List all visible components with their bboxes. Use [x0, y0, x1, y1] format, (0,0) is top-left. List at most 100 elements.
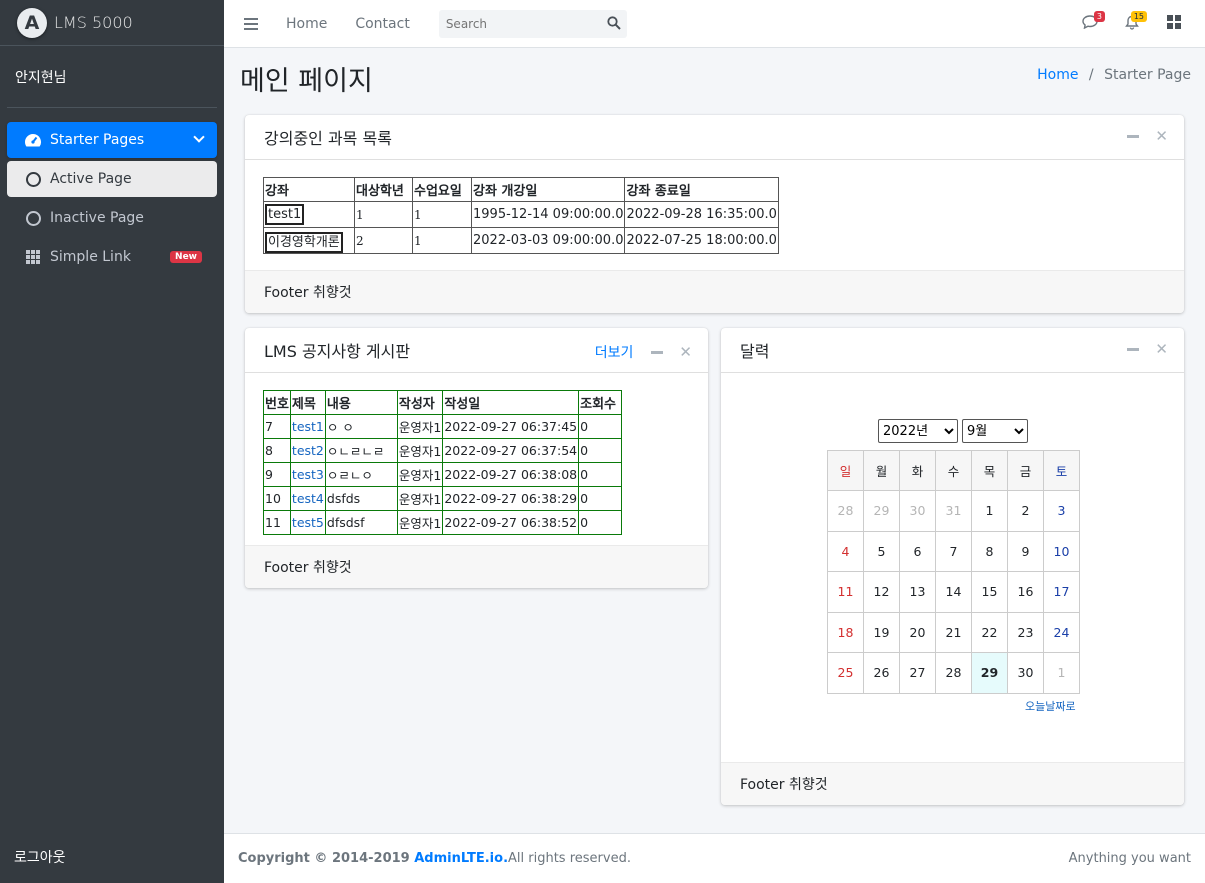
course-name[interactable]: 이경영학개론 [265, 232, 343, 253]
sidebar-item-active-page[interactable]: Active Page [7, 161, 217, 197]
calendar-day[interactable]: 4 [827, 530, 864, 572]
calendar-day[interactable]: 23 [1007, 611, 1044, 653]
calendar-day[interactable]: 15 [971, 571, 1008, 613]
calendar-day[interactable]: 31 [935, 490, 972, 532]
table-cell: 2022-07-25 18:00:00.0 [624, 227, 779, 254]
bell-icon[interactable]: 15 [1123, 11, 1147, 31]
minus-icon[interactable] [1127, 134, 1140, 138]
table-cell: dsfds [324, 486, 398, 511]
calendar-day[interactable]: 16 [1007, 571, 1044, 613]
calendar-day[interactable]: 2 [1007, 490, 1044, 532]
menu-toggle-icon[interactable] [244, 17, 258, 30]
notice-title-link[interactable]: test1 [292, 419, 324, 434]
calendar-day[interactable]: 18 [827, 611, 864, 653]
table-cell[interactable]: test1 [263, 201, 355, 228]
weekday-header: 수 [935, 450, 972, 491]
table-cell: 운영자1 [396, 486, 444, 511]
today-link[interactable]: 오늘날짜로 [1025, 698, 1076, 714]
calendar-day[interactable]: 29 [863, 490, 900, 532]
notice-title-link[interactable]: test3 [292, 467, 324, 482]
calendar-day[interactable]: 28 [935, 652, 972, 694]
sidebar-item-simple-link[interactable]: Simple Link New [7, 239, 217, 275]
table-cell: test1 [289, 414, 326, 439]
card-header: 달력 ✕ [721, 328, 1184, 373]
calendar-day[interactable]: 20 [899, 611, 936, 653]
calendar-day[interactable]: 26 [863, 652, 900, 694]
calendar-day[interactable]: 5 [863, 530, 900, 572]
calendar-day[interactable]: 8 [971, 530, 1008, 572]
table-cell: test4 [289, 486, 326, 511]
card-header: 강의중인 과목 목록 ✕ [245, 115, 1184, 160]
calendar-day[interactable]: 11 [827, 571, 864, 613]
calendar-day[interactable]: 6 [899, 530, 936, 572]
courses-table-wrap: 강좌 대상학년 수업요일 강좌 개강일 강좌 종료일 test1 1 1 199… [263, 177, 779, 254]
logout-link[interactable]: 로그아웃 [14, 847, 66, 867]
card-title: 달력 [740, 342, 770, 361]
calendar-day[interactable]: 10 [1043, 530, 1080, 572]
search-icon[interactable] [607, 15, 621, 34]
calendar-day[interactable]: 30 [1007, 652, 1044, 694]
calendar-day[interactable]: 19 [863, 611, 900, 653]
calendar-day[interactable]: 22 [971, 611, 1008, 653]
table-header-row: 강좌 대상학년 수업요일 강좌 개강일 강좌 종료일 [263, 177, 779, 202]
search-input[interactable] [445, 16, 596, 31]
minus-icon[interactable] [1127, 347, 1140, 351]
calendar-day[interactable]: 7 [935, 530, 972, 572]
user-name[interactable]: 안지현님 [15, 67, 67, 87]
calendar-day[interactable]: 25 [827, 652, 864, 694]
notice-title-link[interactable]: test5 [292, 515, 324, 530]
page-title: 메인 페이지 [240, 66, 373, 97]
calendar-day[interactable]: 28 [827, 490, 864, 532]
table-cell: 0 [578, 414, 623, 439]
close-icon[interactable]: ✕ [679, 345, 692, 360]
table-cell: 1 [354, 201, 413, 228]
adminlte-link[interactable]: AdminLTE.io. [414, 851, 508, 866]
calendar-day[interactable]: 27 [899, 652, 936, 694]
month-select[interactable]: 9월 [962, 419, 1028, 443]
table-cell: 2022-09-27 06:38:08 [442, 462, 580, 487]
notifications-badge: 15 [1130, 11, 1147, 22]
calendar-day[interactable]: 14 [935, 571, 972, 613]
close-icon[interactable]: ✕ [1155, 342, 1168, 357]
nav-home-link[interactable]: Home [286, 16, 327, 32]
table-cell: 10 [263, 486, 291, 511]
calendar-day[interactable]: 3 [1043, 490, 1080, 532]
table-cell[interactable]: 이경영학개론 [263, 227, 355, 254]
main-footer: Copyright © 2014-2019 AdminLTE.io. All r… [224, 833, 1205, 883]
calendar-day-today[interactable]: 29 [971, 652, 1008, 694]
tachometer-icon [23, 132, 43, 148]
course-name[interactable]: test1 [265, 204, 305, 225]
more-link[interactable]: 더보기 [595, 342, 634, 362]
nav-contact-link[interactable]: Contact [355, 16, 409, 32]
calendar-day[interactable]: 9 [1007, 530, 1044, 572]
calendar-week: 28 29 30 31 1 2 3 [827, 490, 1080, 532]
brand-link[interactable]: A LMS 5000 [0, 0, 224, 46]
breadcrumb-home-link[interactable]: Home [1037, 67, 1078, 83]
comments-icon[interactable]: 3 [1081, 11, 1105, 31]
sidebar-item-starter-pages[interactable]: Starter Pages [7, 122, 217, 158]
notice-title-link[interactable]: test4 [292, 491, 324, 506]
th-large-icon[interactable] [1165, 13, 1183, 31]
calendar-day[interactable]: 21 [935, 611, 972, 653]
notice-title-link[interactable]: test2 [292, 443, 324, 458]
weekday-header: 토 [1043, 450, 1080, 491]
calendar-day[interactable]: 30 [899, 490, 936, 532]
th-icon [23, 250, 43, 264]
table-cell: test2 [289, 438, 326, 463]
calendar-day[interactable]: 1 [1043, 652, 1080, 694]
calendar-day[interactable]: 1 [971, 490, 1008, 532]
card-title: 강의중인 과목 목록 [264, 129, 392, 148]
minus-icon[interactable] [651, 350, 664, 354]
weekday-header: 월 [863, 450, 900, 491]
year-select[interactable]: 2022년 [878, 419, 958, 443]
chevron-down-icon [193, 131, 205, 143]
sidebar-item-inactive-page[interactable]: Inactive Page [7, 200, 217, 236]
calendar-day[interactable]: 13 [899, 571, 936, 613]
calendar-day[interactable]: 12 [863, 571, 900, 613]
calendar-day[interactable]: 17 [1043, 571, 1080, 613]
close-icon[interactable]: ✕ [1155, 129, 1168, 144]
table-cell: 운영자1 [396, 462, 444, 487]
table-cell: dfsdsf [324, 510, 398, 535]
calendar-day[interactable]: 24 [1043, 611, 1080, 653]
table-cell: 2022-03-03 09:00:00.0 [470, 227, 626, 254]
